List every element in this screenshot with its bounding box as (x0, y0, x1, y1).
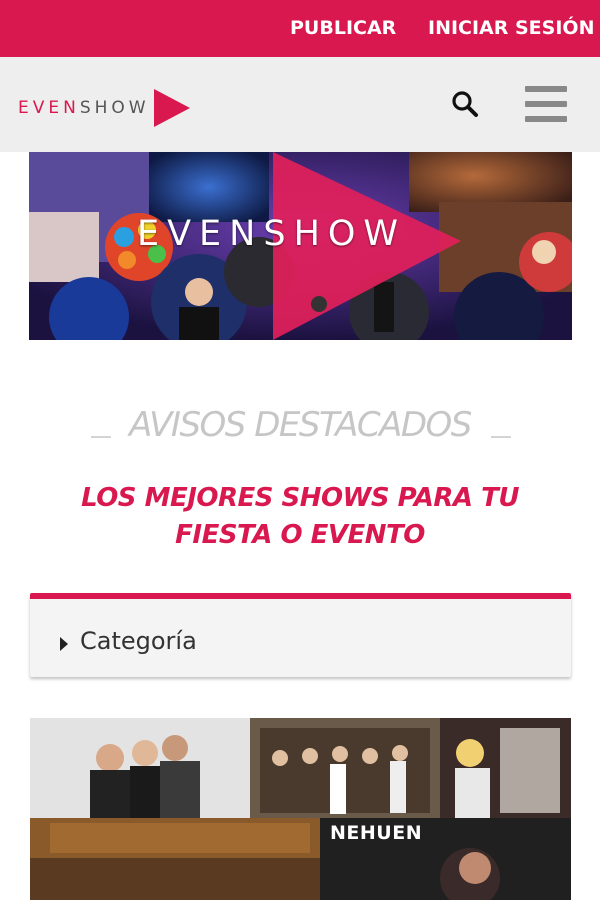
category-filter-toggle[interactable]: Categoría (30, 593, 571, 677)
top-bar: PUBLICAR INICIAR SESIÓN (0, 0, 600, 57)
logo-text-show: SHOW (79, 98, 150, 118)
listing-photo-collage (30, 718, 571, 900)
tagline-line-1: LOS MEJORES SHOWS PARA TU (81, 483, 519, 513)
search-icon (452, 91, 478, 117)
site-logo[interactable]: EVEN SHOW (18, 88, 190, 128)
hamburger-menu-icon[interactable] (525, 84, 567, 124)
featured-tagline: LOS MEJORES SHOWS PARA TU FIESTA O EVENT… (40, 480, 560, 554)
login-link[interactable]: INICIAR SESIÓN (428, 17, 594, 39)
listing-card-image[interactable]: NEHUEN (30, 718, 571, 900)
featured-section-title: AVISOS DESTACADOS (129, 405, 472, 445)
play-triangle-icon (153, 89, 190, 127)
menu-bar (525, 86, 567, 92)
tagline-line-2: FIESTA O EVENTO (175, 520, 425, 550)
listing-brand-text: NEHUEN (330, 822, 423, 844)
search-button[interactable] (450, 89, 480, 119)
banner-title: EVENSHOW (137, 214, 407, 254)
hero-banner: EVENSHOW (29, 152, 572, 340)
publish-link[interactable]: PUBLICAR (290, 17, 396, 39)
menu-bar (525, 116, 567, 122)
logo-text-even: EVEN (18, 98, 80, 118)
title-dash-right (491, 436, 511, 438)
caret-right-icon (60, 637, 68, 651)
menu-bar (525, 101, 567, 107)
category-label: Categoría (80, 627, 197, 655)
